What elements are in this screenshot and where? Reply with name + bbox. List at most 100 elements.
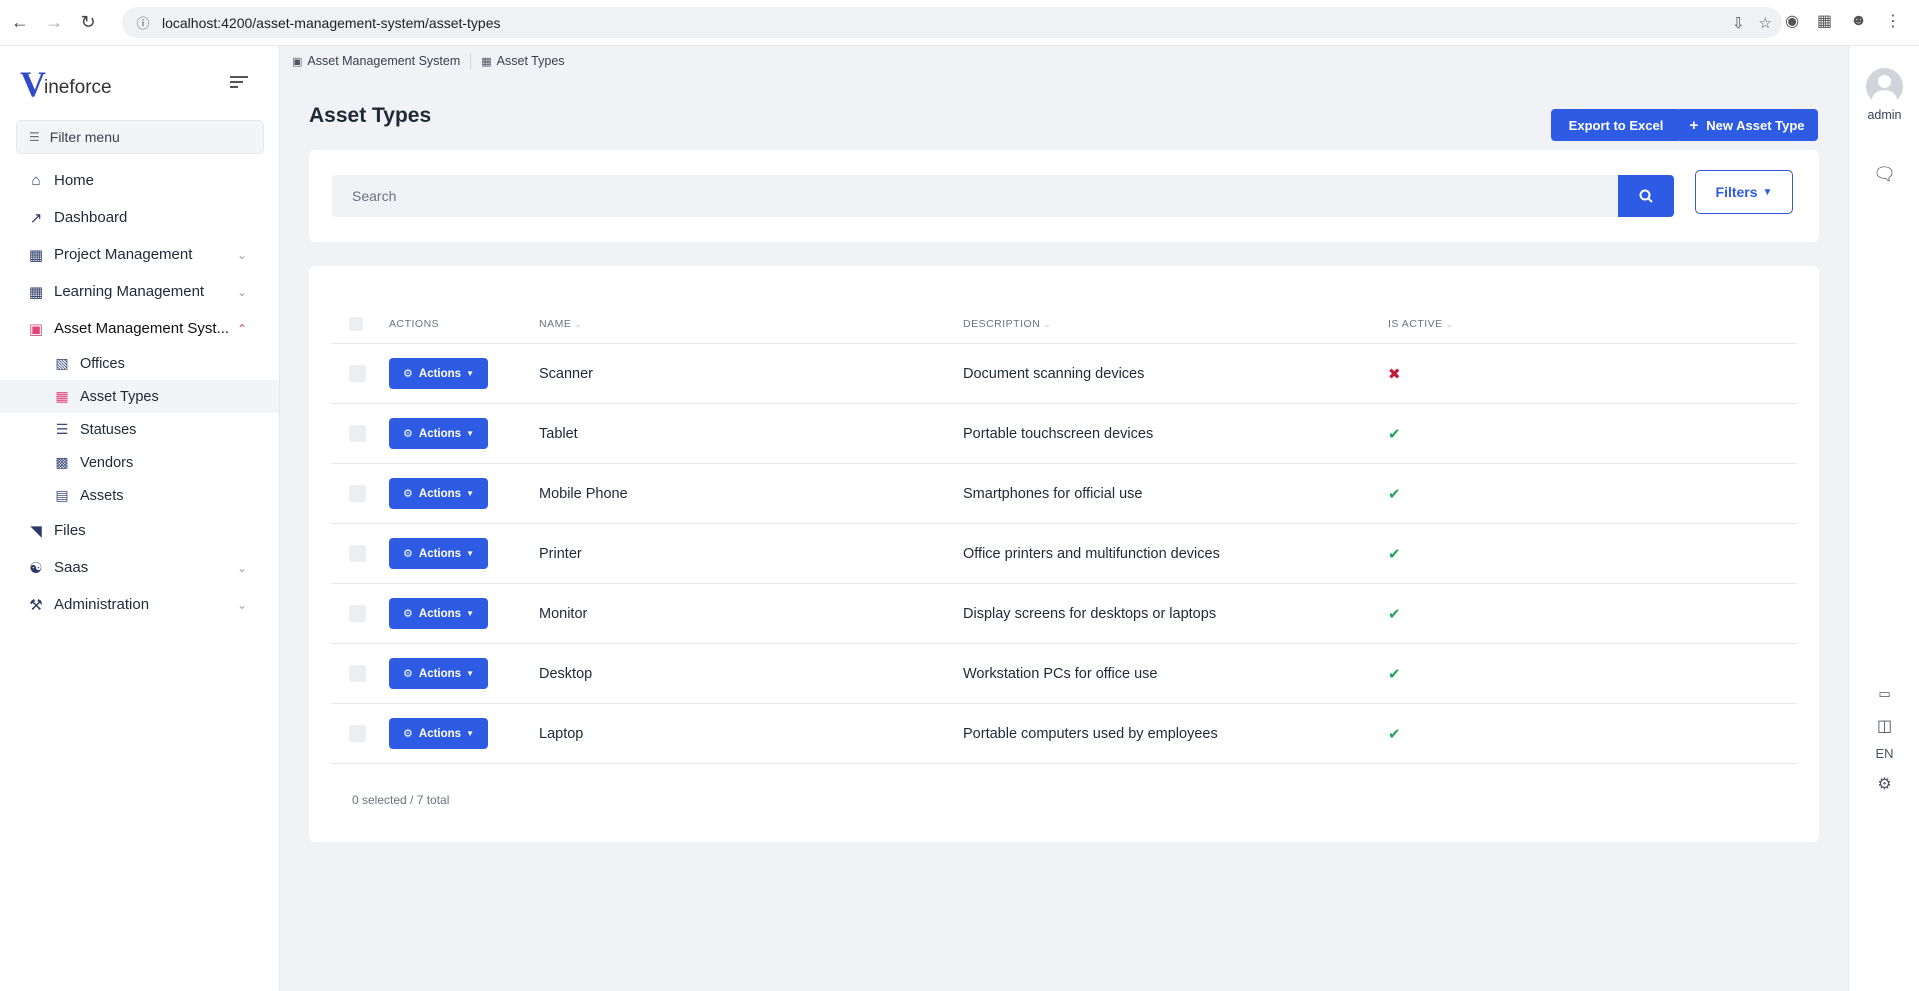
row-checkbox[interactable] bbox=[349, 665, 366, 682]
sidebar-item-project-management[interactable]: ▦ Project Management ⌄ bbox=[0, 236, 279, 273]
sidebar-item-assets[interactable]: ▤ Assets bbox=[0, 479, 279, 512]
actions-dropdown-button[interactable]: ⚙ Actions ▼ bbox=[389, 418, 488, 449]
row-checkbox[interactable] bbox=[349, 365, 366, 382]
chevron-down-icon: ⌄ bbox=[236, 597, 247, 612]
select-all-checkbox[interactable] bbox=[349, 317, 363, 331]
logo[interactable]: V ineforce bbox=[20, 66, 112, 102]
sidebar-item-files[interactable]: ◥ Files bbox=[0, 512, 279, 549]
sidebar: V ineforce ☰ Filter menu ⌂ Home ↗ Dashbo… bbox=[0, 46, 280, 991]
row-checkbox[interactable] bbox=[349, 545, 366, 562]
page-title: Asset Types bbox=[309, 104, 432, 127]
actions-dropdown-button[interactable]: ⚙ Actions ▼ bbox=[389, 658, 488, 689]
extension-icon[interactable]: ◉ bbox=[1785, 11, 1799, 31]
filters-button[interactable]: Filters ▼ bbox=[1695, 170, 1793, 214]
sitemap-icon: ▦ bbox=[28, 246, 44, 264]
cash-register-icon: ▤ bbox=[55, 487, 69, 503]
gear-icon: ⚙ bbox=[403, 728, 413, 740]
gear-icon[interactable]: ⚙ bbox=[1849, 774, 1919, 794]
forward-icon[interactable]: → bbox=[40, 9, 68, 37]
caret-down-icon: ▼ bbox=[466, 429, 474, 438]
grid-icon: ▦ bbox=[55, 388, 69, 404]
actions-dropdown-button[interactable]: ⚙ Actions ▼ bbox=[389, 598, 488, 629]
actions-dropdown-button[interactable]: ⚙ Actions ▼ bbox=[389, 718, 488, 749]
sidebar-item-offices[interactable]: ▧ Offices bbox=[0, 347, 279, 380]
caret-down-icon: ▼ bbox=[466, 489, 474, 498]
laptop-icon[interactable]: ▭ bbox=[1849, 686, 1919, 702]
column-header-is-active[interactable]: IS ACTIVE ⌄ bbox=[1388, 318, 1454, 330]
cell-description: Display screens for desktops or laptops bbox=[963, 605, 1217, 622]
sidebar-item-dashboard[interactable]: ↗ Dashboard bbox=[0, 199, 279, 236]
sidebar-item-home[interactable]: ⌂ Home bbox=[0, 162, 279, 199]
table-row: ⚙ Actions ▼ Printer Office printers and mult… bbox=[332, 524, 1796, 584]
kebab-menu-icon[interactable]: ⋮ bbox=[1885, 11, 1901, 31]
store-icon: ▩ bbox=[55, 454, 69, 470]
columns-icon[interactable]: ◫ bbox=[1849, 716, 1919, 736]
actions-dropdown-button[interactable]: ⚙ Actions ▼ bbox=[389, 478, 488, 509]
row-checkbox[interactable] bbox=[349, 725, 366, 742]
column-header-actions: ACTIONS bbox=[389, 318, 440, 330]
filter-menu-input[interactable]: ☰ Filter menu bbox=[16, 120, 264, 154]
right-rail: admin 🗨 ▭ ◫ EN ⚙ bbox=[1848, 46, 1919, 991]
export-to-excel-button[interactable]: Export to Excel bbox=[1551, 109, 1681, 141]
new-asset-type-button[interactable]: + New Asset Type bbox=[1676, 109, 1818, 141]
search-button[interactable] bbox=[1618, 175, 1674, 217]
cell-name: Tablet bbox=[539, 425, 578, 442]
actions-dropdown-button[interactable]: ⚙ Actions ▼ bbox=[389, 538, 488, 569]
gear-icon: ⚙ bbox=[403, 608, 413, 620]
breadcrumb-item[interactable]: Asset Types bbox=[497, 54, 565, 68]
breadcrumb-divider bbox=[470, 53, 472, 69]
sidebar-item-asset-types[interactable]: ▦ Asset Types bbox=[0, 380, 279, 413]
check-icon: ✔ bbox=[1388, 485, 1401, 503]
plus-icon: + bbox=[1689, 116, 1699, 134]
bookmark-star-icon[interactable]: ☆ bbox=[1759, 14, 1772, 32]
browser-toolbar: ← → ↻ ⓘ localhost:4200/asset-management-… bbox=[0, 0, 1919, 46]
profile-icon[interactable]: ☻ bbox=[1850, 12, 1867, 30]
sidebar-item-vendors[interactable]: ▩ Vendors bbox=[0, 446, 279, 479]
row-checkbox[interactable] bbox=[349, 605, 366, 622]
cell-description: Portable computers used by employees bbox=[963, 725, 1218, 742]
install-icon[interactable]: ⇩ bbox=[1732, 14, 1745, 32]
table-row: ⚙ Actions ▼ Monitor Display screens for desk… bbox=[332, 584, 1796, 644]
cell-description: Office printers and multifunction device… bbox=[963, 545, 1220, 562]
sidebar-item-administration[interactable]: ⚒ Administration ⌄ bbox=[0, 586, 279, 623]
url-text: localhost:4200/asset-management-system/a… bbox=[162, 14, 501, 31]
column-header-name[interactable]: NAME ⌄ bbox=[539, 318, 582, 330]
row-checkbox[interactable] bbox=[349, 485, 366, 502]
caret-down-icon: ▼ bbox=[466, 669, 474, 678]
chat-icon[interactable]: 🗨 bbox=[1849, 164, 1919, 185]
back-icon[interactable]: ← bbox=[6, 9, 34, 37]
users-icon: ☯ bbox=[29, 559, 43, 577]
puzzle-icon[interactable]: ▦ bbox=[1817, 11, 1832, 31]
caret-down-icon: ▼ bbox=[466, 549, 474, 558]
language-selector[interactable]: EN bbox=[1849, 746, 1919, 761]
cell-name: Monitor bbox=[539, 605, 588, 622]
cross-icon: ✖ bbox=[1388, 365, 1401, 383]
column-header-description[interactable]: DESCRIPTION ⌄ bbox=[963, 318, 1051, 330]
address-bar[interactable]: ⓘ localhost:4200/asset-management-system… bbox=[122, 7, 1782, 38]
menu-toggle-icon[interactable] bbox=[230, 76, 248, 91]
sitemap-icon: ▦ bbox=[28, 283, 44, 301]
table-row: ⚙ Actions ▼ Laptop Portable computers used b… bbox=[332, 704, 1796, 764]
selection-count: 0 selected / 7 total bbox=[352, 793, 450, 807]
sidebar-item-statuses[interactable]: ☰ Statuses bbox=[0, 413, 279, 446]
grid-icon: ▦ bbox=[481, 55, 492, 68]
cell-name: Scanner bbox=[539, 365, 594, 382]
wrench-icon: ⚒ bbox=[29, 596, 43, 614]
sidebar-item-saas[interactable]: ☯ Saas ⌄ bbox=[0, 549, 279, 586]
site-info-icon[interactable]: ⓘ bbox=[128, 13, 158, 32]
sidebar-item-learning-management[interactable]: ▦ Learning Management ⌄ bbox=[0, 273, 279, 310]
search-card: Search Filters ▼ bbox=[309, 150, 1819, 242]
gear-icon: ⚙ bbox=[403, 428, 413, 440]
check-icon: ✔ bbox=[1388, 605, 1401, 623]
table-row: ⚙ Actions ▼ Mobile Phone Smartphones for off… bbox=[332, 464, 1796, 524]
actions-dropdown-button[interactable]: ⚙ Actions ▼ bbox=[389, 358, 488, 389]
sidebar-item-asset-management[interactable]: ▣ Asset Management Syst... ⌃ bbox=[0, 310, 279, 347]
breadcrumb-item[interactable]: Asset Management System bbox=[307, 54, 460, 68]
row-checkbox[interactable] bbox=[349, 425, 366, 442]
table-row: ⚙ Actions ▼ Tablet Portable touchscreen devi… bbox=[332, 404, 1796, 464]
caret-down-icon: ▼ bbox=[466, 609, 474, 618]
avatar[interactable] bbox=[1866, 68, 1903, 105]
cell-description: Portable touchscreen devices bbox=[963, 425, 1154, 442]
search-input[interactable]: Search bbox=[332, 175, 1618, 217]
reload-icon[interactable]: ↻ bbox=[74, 9, 102, 37]
